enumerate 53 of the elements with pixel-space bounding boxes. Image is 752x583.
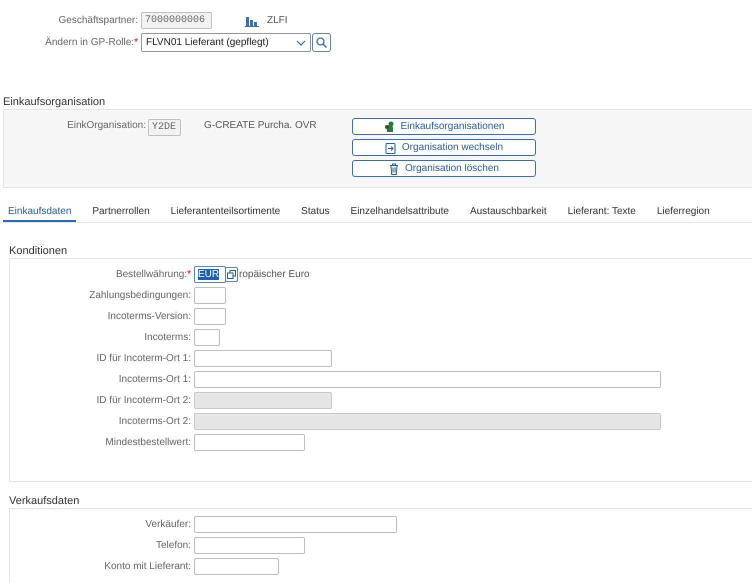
field-label: EinkOrganisation: [66, 120, 146, 133]
org-description: G-CREATE Purcha. OVR [204, 120, 318, 133]
field-label: Incoterms-Version: [106, 311, 191, 322]
field-label: Ändern in GP-Rolle:* [44, 37, 138, 48]
input-field[interactable] [194, 308, 226, 325]
input-field[interactable] [194, 516, 397, 533]
input-field[interactable] [194, 558, 279, 575]
field-label: Telefon: [154, 540, 191, 551]
field-label: Geschäftspartner: [58, 15, 138, 26]
input-field[interactable] [194, 329, 220, 346]
tab[interactable]: Austauschbarkeit [464, 203, 552, 222]
section-title: Verkaufsdaten [8, 494, 80, 508]
trash-icon [389, 162, 400, 174]
field-label: Zahlungsbedingungen: [88, 290, 191, 301]
field-label: Mindestbestellwert: [104, 437, 191, 448]
partner-type: ZLFI [267, 15, 288, 26]
input-field[interactable] [194, 537, 305, 554]
section-title: Einkaufsorganisation [2, 95, 106, 109]
field-label: Incoterms: [143, 332, 191, 343]
input-field[interactable] [194, 434, 305, 451]
section-title: Konditionen [8, 244, 68, 258]
chevron-down-icon [296, 40, 306, 46]
org-field[interactable]: Y2DE [148, 119, 181, 136]
action-button[interactable]: Einkaufsorganisationen [352, 118, 536, 135]
field-label: Incoterms-Ort 2: [118, 416, 191, 427]
tab[interactable]: Lieferantenteilsortimente [166, 203, 286, 222]
field-label: Bestellwährung:* [114, 269, 191, 280]
input-field[interactable]: EUR [194, 266, 226, 283]
tab[interactable]: Status [296, 203, 335, 222]
tab[interactable]: Lieferregion [652, 203, 715, 222]
field-description: ropäischer Euro [239, 269, 310, 280]
field-label: Incoterms-Ort 1: [118, 374, 191, 385]
field-label: Konto mit Lieferant: [103, 561, 191, 572]
switch-icon [384, 142, 396, 154]
field-label: ID für Incoterm-Ort 1: [96, 353, 191, 364]
value-help-button[interactable] [225, 267, 238, 282]
copy-icon [227, 270, 236, 279]
input-field[interactable] [194, 287, 226, 304]
search-button[interactable] [312, 33, 331, 52]
action-button[interactable]: Organisation wechseln [352, 139, 536, 156]
input-field[interactable] [194, 350, 332, 367]
tab[interactable]: Lieferant: Texte [562, 203, 641, 222]
tab[interactable]: Partnerrollen [87, 203, 155, 222]
action-button[interactable]: Organisation löschen [352, 160, 536, 177]
input-field[interactable] [194, 371, 661, 388]
field-label: ID für Incoterm-Ort 2: [96, 395, 191, 406]
partner-field[interactable]: 7000000006 [141, 12, 212, 29]
tab[interactable]: Einkaufsdaten [3, 203, 76, 222]
role-dropdown[interactable]: FLVN01 Lieferant (gepflegt) [141, 33, 311, 52]
people-icon [384, 121, 395, 132]
field-label: Verkäufer: [144, 519, 191, 530]
search-icon [316, 37, 327, 48]
tab[interactable]: Einzelhandelsattribute [346, 203, 454, 222]
